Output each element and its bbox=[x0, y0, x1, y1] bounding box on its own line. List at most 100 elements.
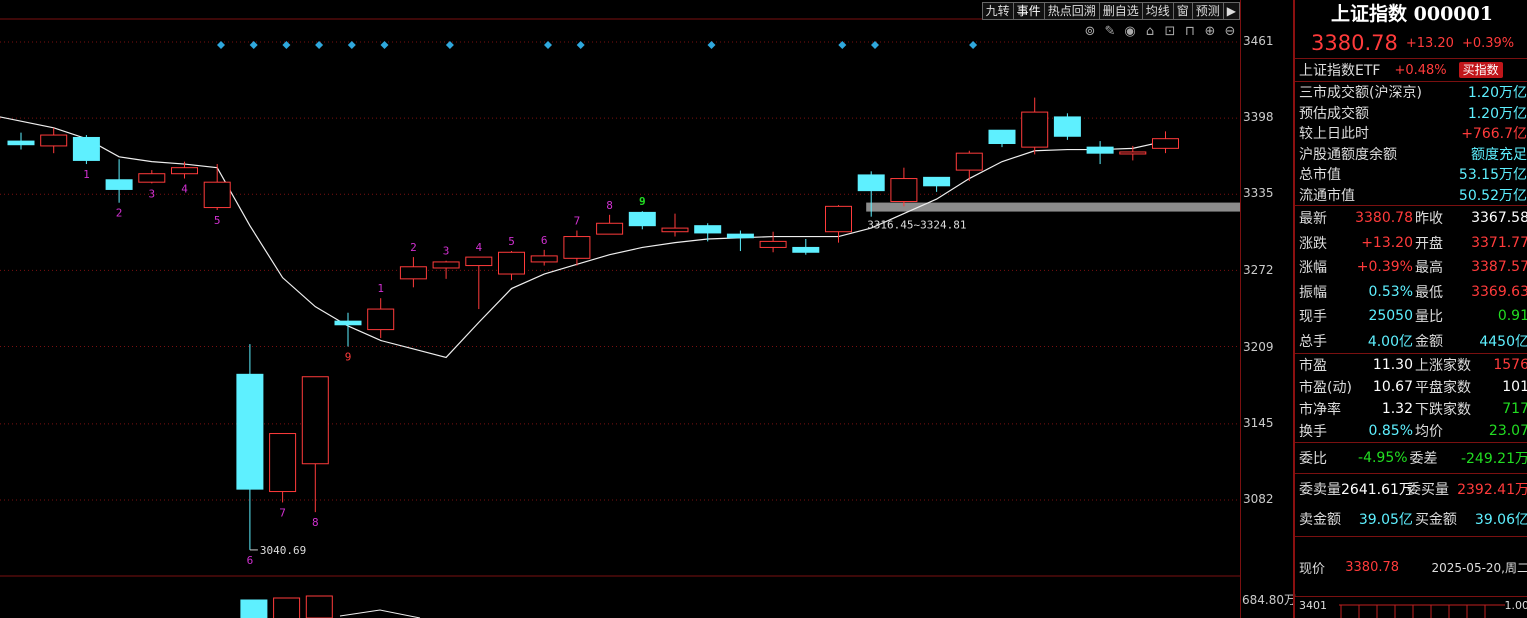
zoom-in-icon[interactable]: ⊕ bbox=[1202, 24, 1218, 40]
lock-open-icon[interactable]: ⊓ bbox=[1182, 24, 1198, 40]
price-axis: 3461 3398 3335 3272 3209 3145 3082 bbox=[1240, 0, 1294, 618]
stats-grid: 市盈 11.30 上涨家数 1576 市盈(动) 10.67 平盘家数 101 市净率 1.32 下… bbox=[1295, 354, 1527, 443]
current-price-value: 3380.78 bbox=[1345, 559, 1400, 575]
order2-label: 委卖量 bbox=[1299, 482, 1341, 498]
kline-chart[interactable]: 1 2 3 4 5 6 7 8 9 1 2 3 4 5 6 7 8 9 3040.69 3316.45~3324.81 bbox=[0, 0, 1240, 618]
order-row: 委比 -4.95% 委差 -249.21万 bbox=[1295, 443, 1527, 473]
price-header: 3380.78 +13.20 +0.39% bbox=[1295, 28, 1527, 59]
collapse-arrow-icon[interactable]: ▶ bbox=[1222, 2, 1240, 20]
candle-body bbox=[1021, 111, 1049, 148]
event-marker bbox=[838, 41, 847, 49]
stats-value2: 1576 bbox=[1493, 357, 1527, 373]
stats-row: 市盈 11.30 上涨家数 1576 bbox=[1295, 354, 1527, 376]
event-marker bbox=[969, 41, 978, 49]
nine-turn-label: 1 bbox=[377, 282, 384, 295]
info-label: 总市值 bbox=[1299, 167, 1341, 184]
info-row: 沪股通额度余额 额度充足 bbox=[1295, 144, 1527, 165]
quote-label2: 量比 bbox=[1415, 309, 1443, 326]
quote-row: 现手 25050 量比 0.91 bbox=[1295, 304, 1527, 329]
buy-index-button[interactable]: 买指数 bbox=[1458, 62, 1503, 78]
nine-turn-label: 6 bbox=[541, 234, 548, 247]
info-row: 较上日此时 +766.7亿 bbox=[1295, 123, 1527, 144]
target-icon[interactable]: ⊚ bbox=[1082, 24, 1098, 40]
candle-body bbox=[138, 173, 166, 183]
quote-value: +13.20 bbox=[1361, 234, 1413, 251]
nine-turn-label: 4 bbox=[181, 183, 188, 196]
mini-chart: 3401 1.00 bbox=[1295, 596, 1527, 618]
candle-body bbox=[72, 136, 100, 161]
mini-bars bbox=[1339, 604, 1505, 618]
info-label: 沪股通额度余额 bbox=[1299, 146, 1397, 163]
last-price: 3380.78 bbox=[1311, 31, 1398, 55]
order2-value: 2641.61万 bbox=[1341, 482, 1413, 498]
candle-body bbox=[923, 176, 951, 187]
mini-ratio-label: 1.00 bbox=[1504, 599, 1527, 612]
candle-body bbox=[988, 129, 1016, 145]
toolbar-btn-jiuzhuan[interactable]: 九转 bbox=[981, 2, 1014, 20]
info-label: 流通市值 bbox=[1299, 187, 1355, 204]
candle-body bbox=[759, 240, 787, 248]
candle-body bbox=[7, 140, 35, 146]
toolbar-btn-remove-favorite[interactable]: 删自选 bbox=[1098, 2, 1143, 20]
stats-label2: 上涨家数 bbox=[1415, 358, 1471, 374]
info-value: 1.20万亿 bbox=[1467, 105, 1527, 122]
candle-body bbox=[628, 211, 656, 227]
candle-body bbox=[432, 261, 460, 269]
info-row: 总市值 53.15万亿 bbox=[1295, 164, 1527, 185]
quote-grid: 最新 3380.78 昨收 3367.58 涨跌 +13.20 开盘 3371.77 涨幅 +0.… bbox=[1295, 206, 1527, 354]
candle-body bbox=[563, 236, 591, 259]
zoom-out-icon[interactable]: ⊖ bbox=[1222, 24, 1238, 40]
toolbar-btn-window[interactable]: 窗 bbox=[1172, 2, 1193, 20]
quote-value: +0.39% bbox=[1356, 259, 1413, 276]
low-annotation: 3040.69 bbox=[260, 544, 306, 557]
info-label: 较上日此时 bbox=[1299, 126, 1369, 143]
gap-annotation: 3316.45~3324.81 bbox=[867, 219, 966, 232]
quote-row: 振幅 0.53% 最低 3369.63 bbox=[1295, 280, 1527, 305]
order2-label2: 买金额 bbox=[1414, 512, 1457, 528]
eye-icon[interactable]: ◉ bbox=[1122, 24, 1138, 40]
gap-band bbox=[866, 202, 1240, 212]
order-value: -4.95% bbox=[1358, 450, 1408, 466]
toolbar-btn-hotspot[interactable]: 热点回溯 bbox=[1043, 2, 1100, 20]
quote-value: 3380.78 bbox=[1355, 210, 1413, 227]
quote-value2: 3371.77 bbox=[1471, 234, 1527, 251]
toolbar-btn-ma[interactable]: 均线 bbox=[1141, 2, 1174, 20]
candle-body bbox=[105, 179, 133, 190]
etf-row[interactable]: 上证指数ETF +0.48% 买指数 bbox=[1295, 59, 1527, 82]
event-marker bbox=[282, 41, 291, 49]
bag-icon[interactable]: ⊡ bbox=[1162, 24, 1178, 40]
order-volume: 委卖量 2641.61万 委买量 2392.41万卖金额 39.05亿 买金额 39.06亿 bbox=[1295, 474, 1527, 537]
order2-value2: 2392.41万 bbox=[1457, 482, 1527, 498]
stats-label: 市净率 bbox=[1299, 402, 1341, 418]
toolbar-btn-forecast[interactable]: 预测 bbox=[1191, 2, 1224, 20]
kline-svg[interactable]: 1 2 3 4 5 6 7 8 9 1 2 3 4 5 6 7 8 9 3040.69 3316.45~3324.81 bbox=[0, 0, 1240, 618]
candle-body bbox=[825, 205, 852, 233]
nine-turn-label: 3 bbox=[148, 187, 155, 200]
stats-value2: 23.07 bbox=[1488, 423, 1527, 439]
info-value: 1.20万亿 bbox=[1467, 85, 1527, 102]
quote-label: 现手 bbox=[1299, 309, 1327, 326]
stats-label2: 平盘家数 bbox=[1415, 380, 1471, 396]
candle-body bbox=[1053, 116, 1081, 137]
panel-title: 上证指数 000001 bbox=[1331, 3, 1493, 25]
order2-row: 卖金额 39.05亿 买金额 39.06亿 bbox=[1295, 504, 1527, 534]
lock-icon[interactable]: ⌂ bbox=[1142, 24, 1158, 40]
candle-body bbox=[334, 320, 362, 326]
volume-bar bbox=[305, 595, 333, 618]
candle-body bbox=[792, 246, 820, 253]
price-tick: 3461 bbox=[1243, 34, 1274, 48]
toolbar-btn-events[interactable]: 事件 bbox=[1012, 2, 1045, 20]
quote-value: 4.00亿 bbox=[1367, 333, 1413, 350]
nine-turn-label: 2 bbox=[116, 207, 123, 220]
candle-body bbox=[726, 233, 754, 239]
pencil-icon[interactable]: ✎ bbox=[1102, 24, 1118, 40]
price-change-pct: +0.39% bbox=[1461, 35, 1515, 51]
quote-row: 总手 4.00亿 金额 4450亿 bbox=[1295, 329, 1527, 354]
info-row: 流通市值 50.52万亿 bbox=[1295, 185, 1527, 206]
order2-label2: 委买量 bbox=[1407, 482, 1449, 498]
stats-value2: 101 bbox=[1502, 379, 1527, 395]
order2-label: 卖金额 bbox=[1299, 512, 1341, 528]
nine-turn-label: 2 bbox=[410, 241, 417, 254]
volume-bar bbox=[240, 599, 268, 618]
candle-body bbox=[530, 255, 558, 263]
